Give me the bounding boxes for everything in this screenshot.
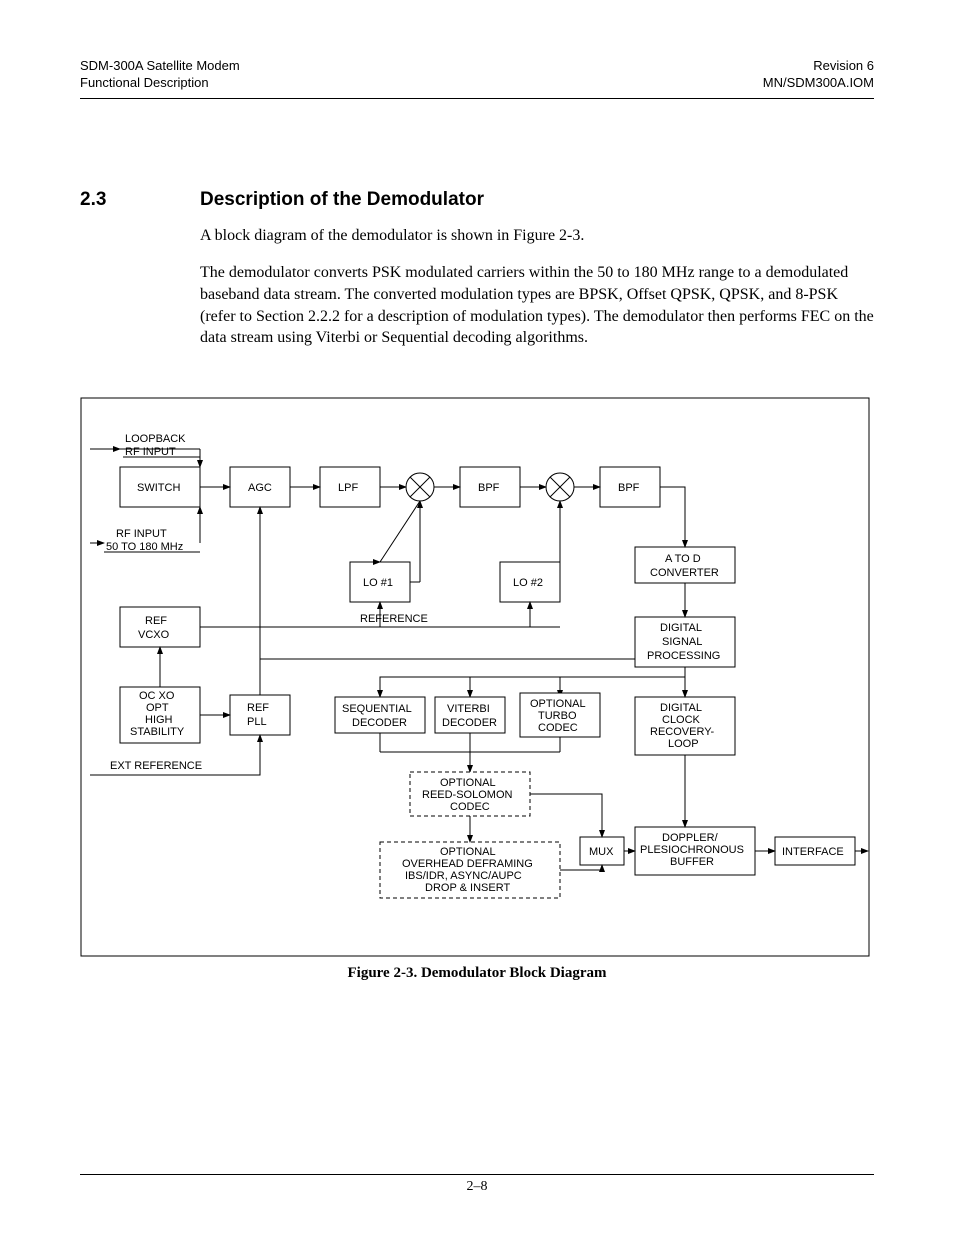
figure-caption: Figure 2-3. Demodulator Block Diagram — [80, 965, 874, 982]
header-subtitle: Functional Description — [80, 75, 240, 92]
box-ocxo1: OC XO — [139, 690, 175, 702]
box-vit1: VITERBI — [447, 703, 490, 715]
label-loopback-rf: RF INPUT — [125, 446, 176, 458]
label-loopback: LOOPBACK — [125, 433, 186, 445]
section-title: Description of the Demodulator — [200, 189, 484, 211]
box-turbo2: TURBO — [538, 710, 577, 722]
box-dcrl1: DIGITAL — [660, 702, 702, 714]
header-product: SDM-300A Satellite Modem — [80, 58, 240, 75]
page-number: 2–8 — [0, 1179, 954, 1195]
box-ocxo4: STABILITY — [130, 726, 185, 738]
box-bpf1: BPF — [478, 482, 500, 494]
box-lo1: LO #1 — [363, 577, 393, 589]
section-number: 2.3 — [80, 189, 200, 211]
box-dcrl2: CLOCK — [662, 714, 701, 726]
box-refpll-b: PLL — [247, 716, 267, 728]
box-ovh2: OVERHEAD DEFRAMING — [402, 858, 533, 870]
box-turbo3: CODEC — [538, 722, 578, 734]
box-atod1: A TO D — [665, 553, 701, 565]
header-rule — [80, 98, 874, 99]
box-dcrl3: RECOVERY- — [650, 726, 715, 738]
box-switch: SWITCH — [137, 482, 180, 494]
box-rs3: CODEC — [450, 801, 490, 813]
box-mux: MUX — [589, 846, 614, 858]
label-reference: REFERENCE — [360, 613, 428, 625]
paragraph-2: The demodulator converts PSK modulated c… — [200, 262, 874, 348]
box-agc: AGC — [248, 482, 272, 494]
box-seq1: SEQUENTIAL — [342, 703, 412, 715]
block-diagram: LOOPBACK RF INPUT RF INPUT 50 TO 180 MHz… — [80, 397, 870, 957]
box-refvcxo-a: REF — [145, 615, 167, 627]
box-dsp2: SIGNAL — [662, 636, 702, 648]
box-ovh1: OPTIONAL — [440, 846, 496, 858]
box-rs1: OPTIONAL — [440, 777, 496, 789]
box-iface: INTERFACE — [782, 846, 844, 858]
label-rfinput: RF INPUT — [116, 528, 167, 540]
box-dop1: DOPPLER/ — [662, 832, 719, 844]
box-dsp1: DIGITAL — [660, 622, 702, 634]
box-rs2: REED-SOLOMON — [422, 789, 513, 801]
box-lpf: LPF — [338, 482, 358, 494]
box-bpf2: BPF — [618, 482, 640, 494]
box-dcrl4: LOOP — [668, 738, 699, 750]
box-ocxo3: HIGH — [145, 714, 173, 726]
box-turbo1: OPTIONAL — [530, 698, 586, 710]
footer-rule — [80, 1174, 874, 1175]
label-extref: EXT REFERENCE — [110, 760, 202, 772]
paragraph-1: A block diagram of the demodulator is sh… — [200, 225, 874, 247]
box-lo2: LO #2 — [513, 577, 543, 589]
page-header: SDM-300A Satellite Modem Functional Desc… — [80, 58, 874, 92]
label-rfinput-freq: 50 TO 180 MHz — [106, 541, 183, 553]
box-ovh4: DROP & INSERT — [425, 882, 510, 894]
box-dop3: BUFFER — [670, 856, 714, 868]
box-ocxo2: OPT — [146, 702, 169, 714]
box-vit2: DECODER — [442, 717, 497, 729]
box-seq2: DECODER — [352, 717, 407, 729]
box-atod2: CONVERTER — [650, 567, 719, 579]
box-dop2: PLESIOCHRONOUS — [640, 844, 744, 856]
header-rev: Revision 6 — [763, 58, 874, 75]
box-ovh3: IBS/IDR, ASYNC/AUPC — [405, 870, 522, 882]
box-refvcxo-b: VCXO — [138, 629, 170, 641]
box-dsp3: PROCESSING — [647, 650, 720, 662]
box-refpll-a: REF — [247, 702, 269, 714]
section-heading: 2.3 Description of the Demodulator — [80, 189, 874, 211]
header-docid: MN/SDM300A.IOM — [763, 75, 874, 92]
